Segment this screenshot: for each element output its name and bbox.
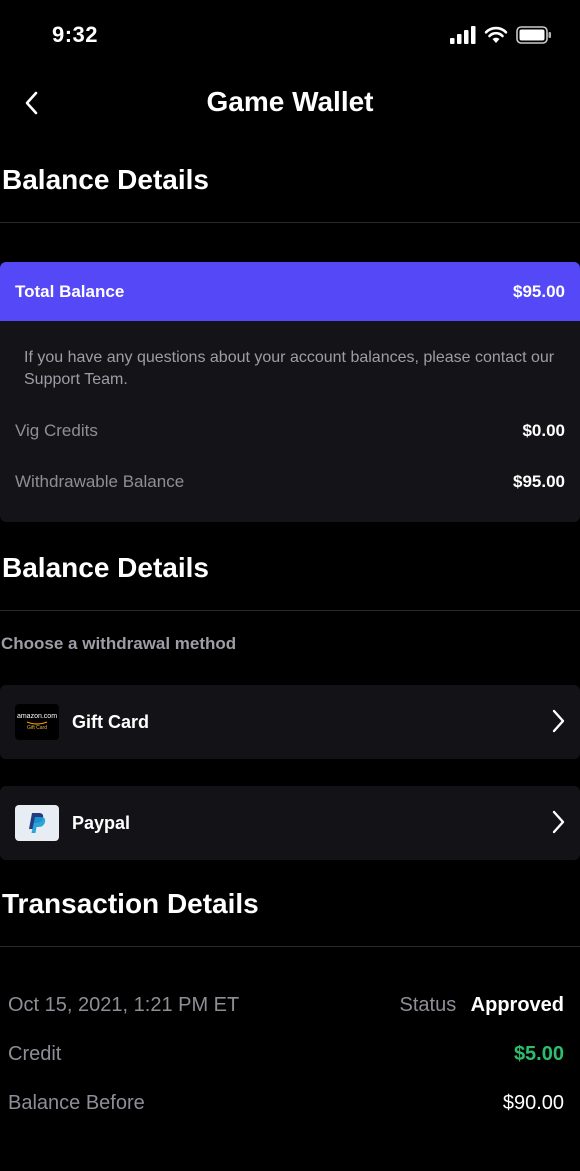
- total-balance-label: Total Balance: [15, 281, 125, 301]
- credit-label: Credit: [8, 1043, 62, 1065]
- amazon-logo-text: amazon.com: [16, 713, 58, 720]
- withdrawable-balance-value: $95.00: [513, 471, 565, 491]
- chevron-right-icon: [552, 810, 565, 834]
- paypal-label: Paypal: [72, 812, 131, 833]
- vig-credits-row: Vig Credits $0.00: [0, 405, 580, 456]
- vig-credits-value: $0.00: [522, 420, 565, 440]
- status-bar: 9:32: [0, 0, 580, 70]
- page-title: Game Wallet: [206, 86, 374, 117]
- balance-before-row: Balance Before $90.00: [8, 1092, 564, 1115]
- support-note: If you have any questions about your acc…: [24, 349, 555, 388]
- balance-before-label: Balance Before: [8, 1092, 145, 1114]
- transaction-header-row: Oct 15, 2021, 1:21 PM ET Status Approved: [8, 994, 564, 1017]
- total-balance-row: Total Balance $95.00: [0, 262, 580, 321]
- vig-credits-label: Vig Credits: [15, 420, 98, 440]
- credit-row: Credit $5.00: [8, 1043, 564, 1066]
- paypal-method[interactable]: Paypal: [0, 786, 580, 860]
- transaction-date: Oct 15, 2021, 1:21 PM ET: [8, 994, 240, 1016]
- balance-before-value: $90.00: [502, 1092, 564, 1114]
- nav-bar: Game Wallet: [0, 70, 580, 136]
- status-icons: [450, 26, 552, 44]
- credit-value: $5.00: [513, 1043, 564, 1065]
- balance-card: Total Balance $95.00 If you have any que…: [0, 262, 580, 522]
- battery-icon: [516, 26, 551, 44]
- gift-card-method[interactable]: amazon.com Gift Card Gift Card: [0, 685, 580, 759]
- divider: [0, 946, 580, 947]
- gift-card-label: Gift Card: [72, 711, 150, 732]
- transaction-status: Status Approved: [400, 994, 565, 1017]
- phone-screen: 9:32 Game Wallet Balance Details Total B…: [0, 0, 580, 1171]
- paypal-icon: [29, 813, 46, 833]
- wifi-icon: [484, 26, 508, 43]
- divider: [0, 222, 580, 223]
- withdrawal-method-subtitle: Choose a withdrawal method: [1, 634, 237, 653]
- status-label: Status: [399, 994, 457, 1016]
- withdrawable-balance-row: Withdrawable Balance $95.00: [0, 456, 580, 507]
- transaction-details-heading: Transaction Details: [2, 888, 259, 919]
- total-balance-value: $95.00: [513, 281, 565, 301]
- amazon-logo-subtext: Gift Card: [26, 725, 47, 731]
- status-value: Approved: [470, 994, 564, 1016]
- amazon-gift-card-logo: amazon.com Gift Card: [15, 704, 59, 740]
- chevron-right-icon: [552, 709, 565, 733]
- withdrawable-balance-label: Withdrawable Balance: [15, 471, 185, 491]
- withdrawal-heading: Balance Details: [2, 552, 209, 583]
- status-time: 9:32: [52, 22, 99, 47]
- divider: [0, 610, 580, 611]
- balance-details-heading: Balance Details: [2, 164, 209, 195]
- paypal-logo: [15, 805, 59, 841]
- cellular-signal-icon: [450, 26, 476, 44]
